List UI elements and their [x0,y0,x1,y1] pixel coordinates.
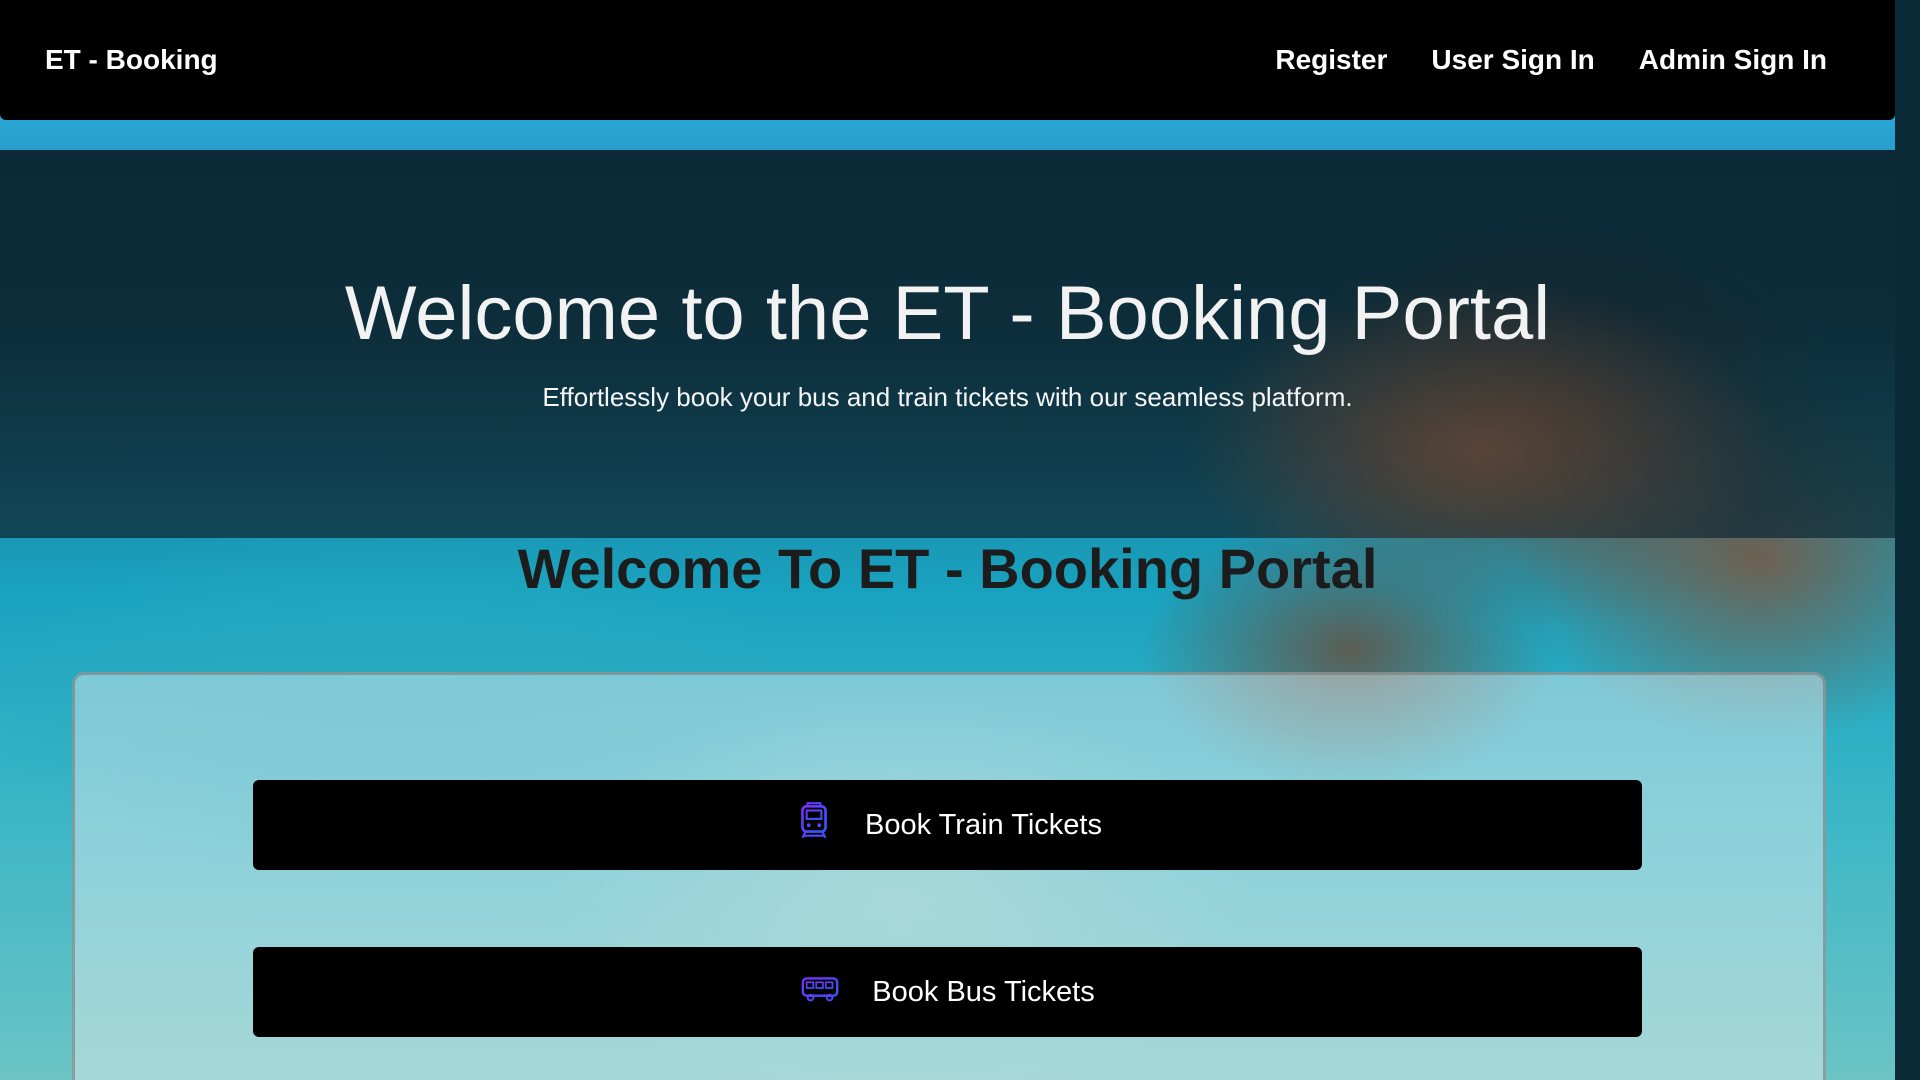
nav-links: Register User Sign In Admin Sign In [1275,44,1827,76]
hero-title: Welcome to the ET - Booking Portal [344,271,1551,356]
register-link[interactable]: Register [1275,44,1387,76]
book-bus-label: Book Bus Tickets [872,975,1095,1008]
page-background: ET - Booking Register User Sign In Admin… [0,0,1895,1080]
book-bus-button[interactable]: Book Bus Tickets [253,947,1642,1037]
bus-icon [800,967,842,1017]
book-train-button[interactable]: Book Train Tickets [253,780,1642,870]
user-sign-in-link[interactable]: User Sign In [1431,44,1594,76]
book-train-label: Book Train Tickets [865,808,1102,841]
admin-sign-in-link[interactable]: Admin Sign In [1639,44,1827,76]
train-icon [793,800,835,850]
section-heading: Welcome To ET - Booking Portal [517,537,1378,600]
hero-subtitle: Effortlessly book your bus and train tic… [542,382,1353,412]
navbar: ET - Booking Register User Sign In Admin… [0,0,1895,120]
brand-logo[interactable]: ET - Booking [45,44,218,76]
